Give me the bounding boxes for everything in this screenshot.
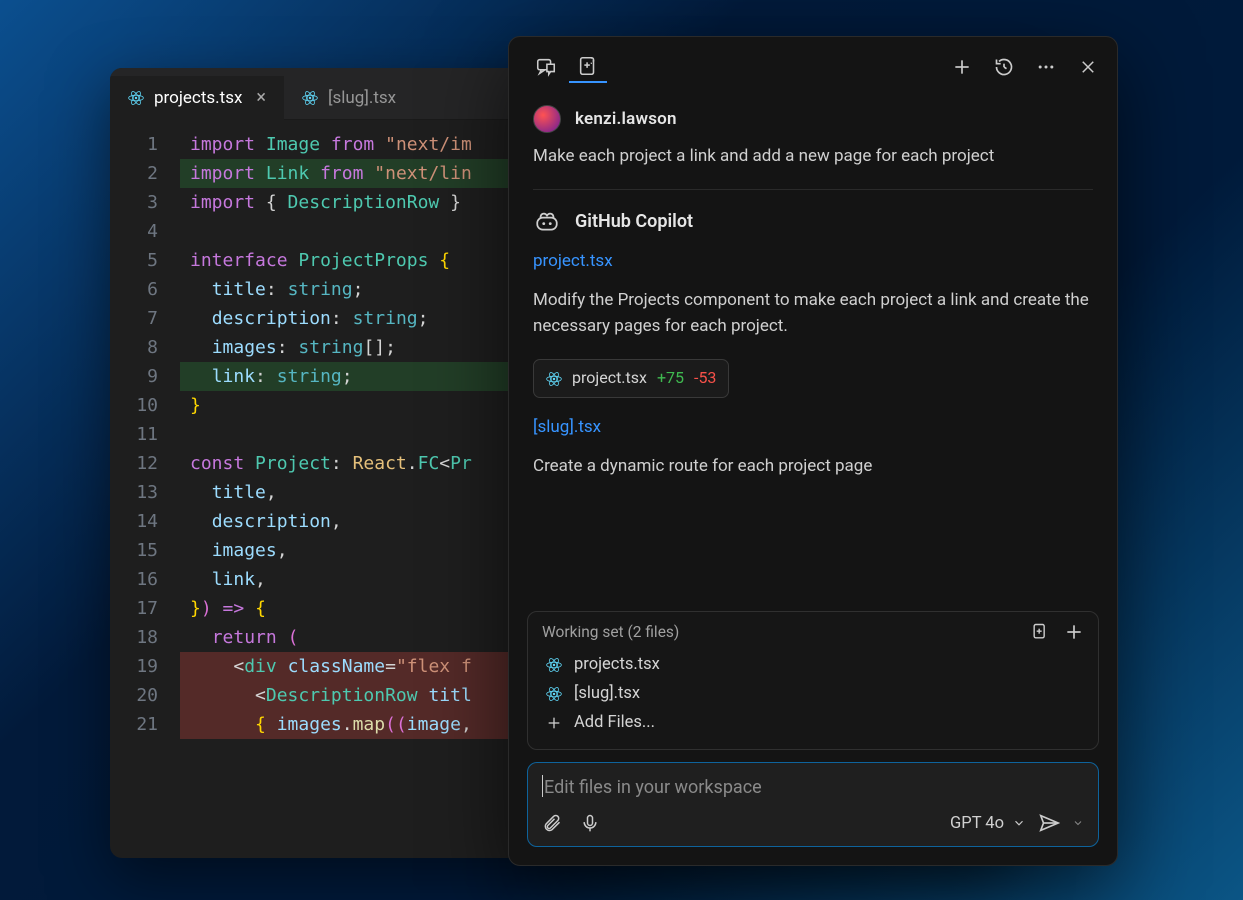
tab-projects-tsx[interactable]: projects.tsx × [110, 76, 284, 120]
chat-mode-tab[interactable] [527, 52, 565, 82]
ws-filename: projects.tsx [574, 655, 660, 674]
working-set: Working set (2 files) projects.tsx [slug… [527, 611, 1099, 750]
react-icon [128, 90, 144, 106]
add-file-icon[interactable] [1030, 622, 1050, 642]
chevron-down-icon [1012, 816, 1026, 830]
copilot-chat-panel: kenzi.lawson Make each project a link an… [508, 36, 1118, 866]
divider [533, 189, 1093, 190]
model-picker[interactable]: GPT 4o [950, 814, 1026, 833]
close-icon[interactable]: × [256, 89, 266, 107]
caret [542, 775, 543, 797]
assistant-header: GitHub Copilot [533, 208, 1093, 236]
chevron-down-icon[interactable] [1072, 817, 1084, 829]
file-link[interactable]: project.tsx [533, 248, 613, 274]
diff-chip[interactable]: project.tsx +75 -53 [533, 359, 729, 398]
chat-input[interactable]: Edit files in your workspace GPT 4o [527, 762, 1099, 847]
react-icon [546, 371, 562, 387]
react-icon [546, 657, 562, 673]
diff-deletions: -53 [694, 366, 716, 391]
attach-icon[interactable] [542, 813, 562, 833]
chat-input-field[interactable]: Edit files in your workspace [542, 775, 1084, 798]
send-icon[interactable] [1038, 812, 1060, 834]
tab-label: projects.tsx [154, 88, 242, 108]
add-files-row[interactable]: Add Files... [542, 708, 1084, 737]
file-link[interactable]: [slug].tsx [533, 414, 601, 440]
close-panel-button[interactable] [1077, 56, 1099, 78]
copilot-icon [533, 208, 561, 236]
assistant-text-1: Modify the Projects component to make ea… [533, 287, 1093, 340]
history-button[interactable] [993, 56, 1015, 78]
react-icon [302, 90, 318, 106]
chip-filename: project.tsx [572, 366, 647, 391]
tab-label: [slug].tsx [328, 88, 396, 108]
model-name: GPT 4o [950, 814, 1004, 833]
diff-additions: +75 [657, 366, 684, 391]
user-message: Make each project a link and add a new p… [533, 143, 1093, 169]
working-set-file[interactable]: [slug].tsx [542, 679, 1084, 708]
more-button[interactable] [1035, 56, 1057, 78]
react-icon [546, 686, 562, 702]
mic-icon[interactable] [580, 813, 600, 833]
avatar [533, 105, 561, 133]
chat-body: kenzi.lawson Make each project a link an… [509, 91, 1117, 603]
tab-slug-tsx[interactable]: [slug].tsx [284, 76, 414, 120]
ws-filename: [slug].tsx [574, 684, 640, 703]
user-message-header: kenzi.lawson [533, 101, 1093, 133]
plus-icon[interactable] [1064, 622, 1084, 642]
edits-mode-tab[interactable] [569, 51, 607, 83]
add-files-label: Add Files... [574, 713, 655, 732]
assistant-name: GitHub Copilot [575, 208, 693, 236]
working-set-file[interactable]: projects.tsx [542, 650, 1084, 679]
chat-header [509, 37, 1117, 91]
placeholder: Edit files in your workspace [544, 777, 762, 798]
plus-icon [546, 715, 562, 731]
username: kenzi.lawson [575, 106, 677, 132]
assistant-text-2: Create a dynamic route for each project … [533, 453, 1093, 479]
line-gutter: 123456789101112131415161718192021 [110, 130, 180, 739]
new-chat-button[interactable] [951, 56, 973, 78]
working-set-label: Working set (2 files) [542, 623, 679, 641]
